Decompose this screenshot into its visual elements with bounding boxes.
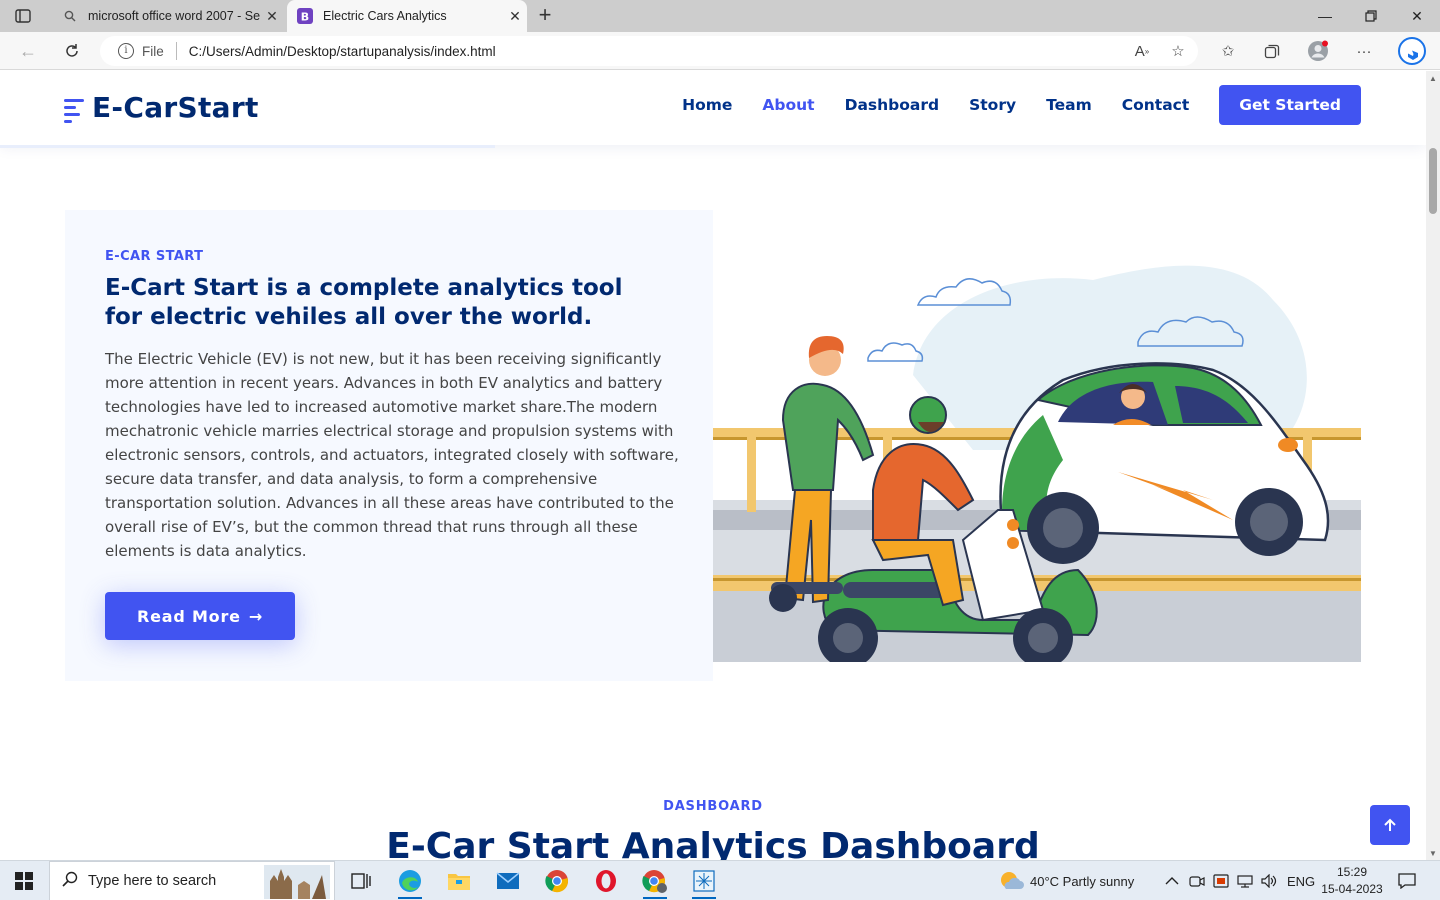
network-icon[interactable] bbox=[1237, 861, 1253, 900]
get-started-button[interactable]: Get Started bbox=[1219, 85, 1361, 125]
weather-text: 40°C Partly sunny bbox=[1030, 873, 1135, 889]
close-tab-icon[interactable]: ✕ bbox=[260, 8, 284, 25]
back-icon[interactable]: ← bbox=[14, 38, 42, 64]
hidden-icons-chevron-icon[interactable] bbox=[1165, 861, 1179, 900]
close-window-icon[interactable]: ✕ bbox=[1394, 0, 1440, 32]
edge-browser-icon[interactable] bbox=[388, 863, 432, 899]
arrow-up-icon bbox=[1384, 818, 1396, 831]
chrome-icon[interactable] bbox=[535, 863, 579, 899]
ev-illustration bbox=[713, 210, 1361, 662]
dashboard-section-title: E-Car Start Analytics Dashboard bbox=[386, 826, 1040, 860]
opera-icon[interactable] bbox=[584, 863, 628, 899]
chrome-profile-icon[interactable] bbox=[633, 863, 677, 899]
tab-electric-cars[interactable]: B Electric Cars Analytics ✕ bbox=[287, 0, 527, 32]
info-icon[interactable]: i bbox=[118, 43, 134, 59]
close-tab-icon[interactable]: ✕ bbox=[503, 8, 527, 25]
read-more-button[interactable]: Read More → bbox=[105, 592, 295, 640]
main-nav: Home About Dashboard Story Team Contact … bbox=[652, 85, 1361, 125]
logo-text: E-CarStart bbox=[92, 91, 259, 124]
meet-now-icon[interactable] bbox=[1189, 861, 1205, 900]
url-text: C:/Users/Admin/Desktop/startupanalysis/i… bbox=[188, 43, 496, 59]
search-highlight-image bbox=[264, 865, 330, 900]
bing-icon[interactable] bbox=[1396, 37, 1428, 65]
nav-dashboard[interactable]: Dashboard bbox=[845, 96, 940, 114]
windows-start-icon[interactable] bbox=[0, 861, 48, 900]
divider bbox=[175, 42, 177, 60]
nav-home[interactable]: Home bbox=[682, 96, 732, 114]
read-aloud-icon[interactable]: A» bbox=[1128, 38, 1156, 64]
taskbar-search-input[interactable]: Type here to search bbox=[49, 861, 335, 900]
nav-team[interactable]: Team bbox=[1046, 96, 1092, 114]
tab-title: Electric Cars Analytics bbox=[323, 9, 447, 23]
restore-icon[interactable] bbox=[1348, 0, 1394, 32]
scrollbar-thumb[interactable] bbox=[1429, 148, 1437, 214]
language-indicator[interactable]: ENG bbox=[1287, 861, 1315, 900]
nav-contact[interactable]: Contact bbox=[1122, 96, 1190, 114]
scroll-up-icon[interactable]: ▲ bbox=[1429, 74, 1437, 83]
snipping-tool-icon[interactable] bbox=[682, 863, 726, 899]
clock-date: 15-04-2023 bbox=[1321, 882, 1383, 896]
svg-text:B: B bbox=[301, 11, 309, 24]
favorites-icon[interactable]: ✩ bbox=[1214, 38, 1242, 64]
header-underline bbox=[0, 145, 495, 148]
nav-about[interactable]: About bbox=[762, 96, 814, 114]
clock-time: 15:29 bbox=[1336, 865, 1368, 879]
page-viewport: E-CarStart Home About Dashboard Story Te… bbox=[0, 71, 1426, 860]
url-field[interactable]: i File C:/Users/Admin/Desktop/startupana… bbox=[100, 36, 1198, 66]
arrow-right-icon: → bbox=[248, 606, 264, 626]
new-tab-button[interactable]: + bbox=[533, 4, 557, 28]
scroll-down-icon[interactable]: ▼ bbox=[1429, 849, 1437, 858]
nav-story[interactable]: Story bbox=[969, 96, 1016, 114]
menu-logo-icon bbox=[64, 95, 86, 123]
tab-search[interactable]: microsoft office word 2007 - Sea ✕ bbox=[50, 0, 284, 32]
site-header: E-CarStart Home About Dashboard Story Te… bbox=[0, 71, 1426, 145]
about-section: E-CAR START E-Cart Start is a complete a… bbox=[65, 210, 713, 681]
notifications-icon[interactable] bbox=[1398, 861, 1416, 900]
browser-address-bar: ← i File C:/Users/Admin/Desktop/startupa… bbox=[0, 32, 1440, 70]
add-favorite-icon[interactable]: ☆ bbox=[1164, 38, 1192, 64]
about-tag: E-CAR START bbox=[105, 249, 204, 264]
security-icon[interactable] bbox=[1213, 861, 1229, 900]
partly-sunny-icon bbox=[1001, 872, 1024, 889]
collections-icon[interactable] bbox=[1258, 38, 1286, 64]
site-logo[interactable]: E-CarStart bbox=[64, 91, 259, 124]
file-explorer-icon[interactable] bbox=[437, 863, 481, 899]
windows-taskbar: Type here to search 40°C Partly sunny EN… bbox=[0, 860, 1440, 900]
bootstrap-icon: B bbox=[297, 8, 313, 24]
minimize-icon[interactable]: — bbox=[1302, 0, 1348, 32]
search-placeholder: Type here to search bbox=[88, 873, 217, 889]
about-text: The Electric Vehicle (EV) is not new, bu… bbox=[105, 350, 679, 560]
tab-actions-icon[interactable] bbox=[12, 6, 34, 26]
tab-title: microsoft office word 2007 - Sea bbox=[88, 9, 260, 23]
about-title: E-Cart Start is a complete analytics too… bbox=[105, 275, 623, 330]
more-menu-icon[interactable]: ··· bbox=[1350, 38, 1378, 64]
dashboard-section-tag: DASHBOARD bbox=[663, 799, 763, 814]
volume-icon[interactable] bbox=[1261, 861, 1277, 900]
weather-widget[interactable]: 40°C Partly sunny bbox=[998, 861, 1134, 900]
refresh-icon[interactable] bbox=[58, 38, 86, 64]
taskbar-clock[interactable]: 15:29 15-04-2023 bbox=[1316, 864, 1388, 898]
profile-avatar-icon[interactable] bbox=[1304, 38, 1332, 64]
read-more-label: Read More bbox=[136, 606, 241, 626]
page-scrollbar[interactable]: ▲ ▼ bbox=[1426, 71, 1440, 860]
browser-tab-bar: microsoft office word 2007 - Sea ✕ B Ele… bbox=[0, 0, 1440, 32]
back-to-top-button[interactable] bbox=[1370, 805, 1410, 845]
search-icon bbox=[62, 871, 78, 891]
mail-icon[interactable] bbox=[486, 863, 530, 899]
task-view-icon[interactable] bbox=[339, 863, 383, 899]
search-icon bbox=[62, 8, 78, 24]
file-scheme-label: File bbox=[142, 43, 164, 59]
